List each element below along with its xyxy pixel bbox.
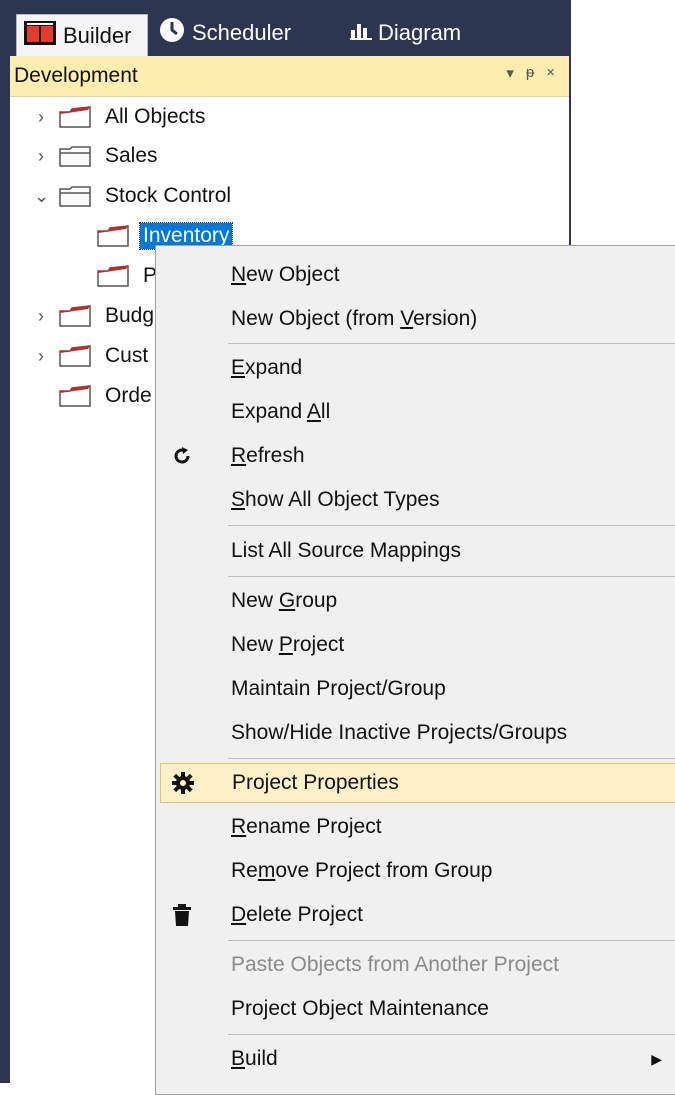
- tab-scheduler-label: Scheduler: [192, 20, 292, 45]
- trash-icon: [168, 901, 196, 929]
- tree-item-stock-control[interactable]: ⌄ Stock Control: [34, 177, 234, 215]
- bar-chart-icon: [350, 20, 372, 46]
- tree-item-label: Stock Control: [105, 184, 232, 207]
- panel-title: Development: [14, 64, 138, 87]
- menu-item-label: Rename Project: [231, 815, 382, 838]
- tree-item-sales[interactable]: › Sales: [34, 137, 161, 175]
- refresh-icon: [168, 442, 196, 470]
- tree-item-label: Sales: [105, 144, 158, 167]
- menu-item-rename-project[interactable]: Rename Project: [156, 807, 675, 847]
- chevron-right-icon[interactable]: ›: [34, 107, 48, 128]
- menu-item-label: Refresh: [231, 444, 305, 467]
- panel-controls: ▾ ᵽ ×: [506, 64, 555, 82]
- chevron-right-icon[interactable]: ›: [34, 346, 48, 367]
- dropdown-icon[interactable]: ▾: [506, 64, 514, 82]
- menu-item-show-all-object-types[interactable]: Show All Object Types: [156, 480, 675, 520]
- menu-item-label: List All Source Mappings: [231, 539, 461, 562]
- panel-header: Development ▾ ᵽ ×: [10, 56, 569, 97]
- chevron-right-icon[interactable]: ›: [34, 146, 48, 167]
- menu-item-expand[interactable]: Expand: [156, 348, 675, 388]
- tree-item-cust[interactable]: › Cust: [34, 337, 151, 375]
- close-icon[interactable]: ×: [546, 64, 555, 82]
- menu-item-show-hide-inactive[interactable]: Show/Hide Inactive Projects/Groups: [156, 713, 675, 753]
- menu-separator: [228, 940, 675, 941]
- menu-item-label: Expand All: [231, 400, 331, 423]
- menu-item-new-group[interactable]: New Group: [156, 581, 675, 621]
- tree-item-budg[interactable]: › Budg: [34, 297, 157, 335]
- chevron-down-icon[interactable]: ⌄: [34, 186, 49, 207]
- tab-builder-label: Builder: [63, 22, 132, 48]
- menu-item-label: Delete Project: [231, 903, 363, 926]
- red-folder-icon: [58, 105, 92, 129]
- pin-icon[interactable]: ᵽ: [526, 64, 534, 82]
- menu-item-label: Project Object Maintenance: [231, 997, 489, 1020]
- menu-item-label: Remove Project from Group: [231, 859, 493, 882]
- menu-item-label: Show All Object Types: [231, 488, 440, 511]
- menu-item-list-all-source-mappings[interactable]: List All Source Mappings: [156, 531, 675, 571]
- red-folder-icon: [96, 224, 130, 248]
- tree-item-label: Orde: [105, 384, 152, 407]
- menu-item-label: New Object: [231, 263, 340, 286]
- menu-separator: [228, 758, 675, 759]
- development-window: Builder Scheduler Diagram Development ▾ …: [0, 0, 675, 1095]
- red-folder-icon: [58, 304, 92, 328]
- builder-icon: [23, 20, 57, 52]
- folder-icon: [58, 184, 92, 208]
- menu-item-label: Build: [231, 1047, 278, 1070]
- tree-item-orde[interactable]: Orde: [34, 377, 155, 415]
- tree-item-label: All Objects: [105, 105, 206, 128]
- menu-item-new-project[interactable]: New Project: [156, 625, 675, 665]
- chevron-right-icon[interactable]: ›: [34, 306, 48, 327]
- menu-item-label: New Group: [231, 589, 338, 612]
- tab-scheduler[interactable]: Scheduler: [154, 14, 324, 52]
- window-left-edge: [0, 0, 10, 1083]
- context-menu: New Object New Object (from Version) Exp…: [155, 245, 675, 1095]
- menu-item-new-object-from-version[interactable]: New Object (from Version): [156, 299, 675, 339]
- menu-item-project-properties[interactable]: Project Properties: [160, 763, 675, 803]
- menu-item-maintain-project-group[interactable]: Maintain Project/Group: [156, 669, 675, 709]
- menu-item-label: Expand: [231, 356, 303, 379]
- menu-separator: [228, 343, 675, 344]
- menu-separator: [228, 576, 675, 577]
- tree-item-all-objects[interactable]: › All Objects: [34, 98, 208, 136]
- menu-item-label: Show/Hide Inactive Projects/Groups: [231, 721, 568, 744]
- menu-item-remove-project-from-group[interactable]: Remove Project from Group: [156, 851, 675, 891]
- folder-icon: [58, 144, 92, 168]
- tab-diagram[interactable]: Diagram: [344, 14, 514, 52]
- menu-item-label: New Project: [231, 633, 345, 656]
- submenu-arrow-icon: ▶: [651, 1050, 662, 1067]
- tab-diagram-label: Diagram: [378, 20, 462, 45]
- menu-item-build[interactable]: Build ▶: [156, 1039, 675, 1079]
- menu-item-new-object[interactable]: New Object: [156, 255, 675, 295]
- menu-item-label: New Object (from Version): [231, 307, 478, 330]
- menu-separator: [228, 525, 675, 526]
- menu-item-expand-all[interactable]: Expand All: [156, 392, 675, 432]
- menu-item-label: Project Properties: [232, 771, 399, 794]
- menu-item-project-object-maintenance[interactable]: Project Object Maintenance: [156, 989, 675, 1029]
- red-folder-icon: [96, 264, 130, 288]
- menu-item-label: Paste Objects from Another Project: [231, 953, 559, 976]
- menu-item-refresh[interactable]: Refresh: [156, 436, 675, 476]
- gear-icon: [169, 769, 197, 797]
- tree-item-label: Cust: [105, 344, 149, 367]
- menu-separator: [228, 1034, 675, 1035]
- menu-item-paste-objects: Paste Objects from Another Project: [156, 945, 675, 985]
- red-folder-icon: [58, 384, 92, 408]
- tab-builder[interactable]: Builder: [16, 14, 148, 56]
- menu-item-delete-project[interactable]: Delete Project: [156, 895, 675, 935]
- tree-item-label: Budg: [105, 304, 155, 327]
- tree-item-p[interactable]: P: [72, 257, 160, 295]
- clock-icon: [158, 16, 186, 50]
- red-folder-icon: [58, 344, 92, 368]
- menu-item-label: Maintain Project/Group: [231, 677, 446, 700]
